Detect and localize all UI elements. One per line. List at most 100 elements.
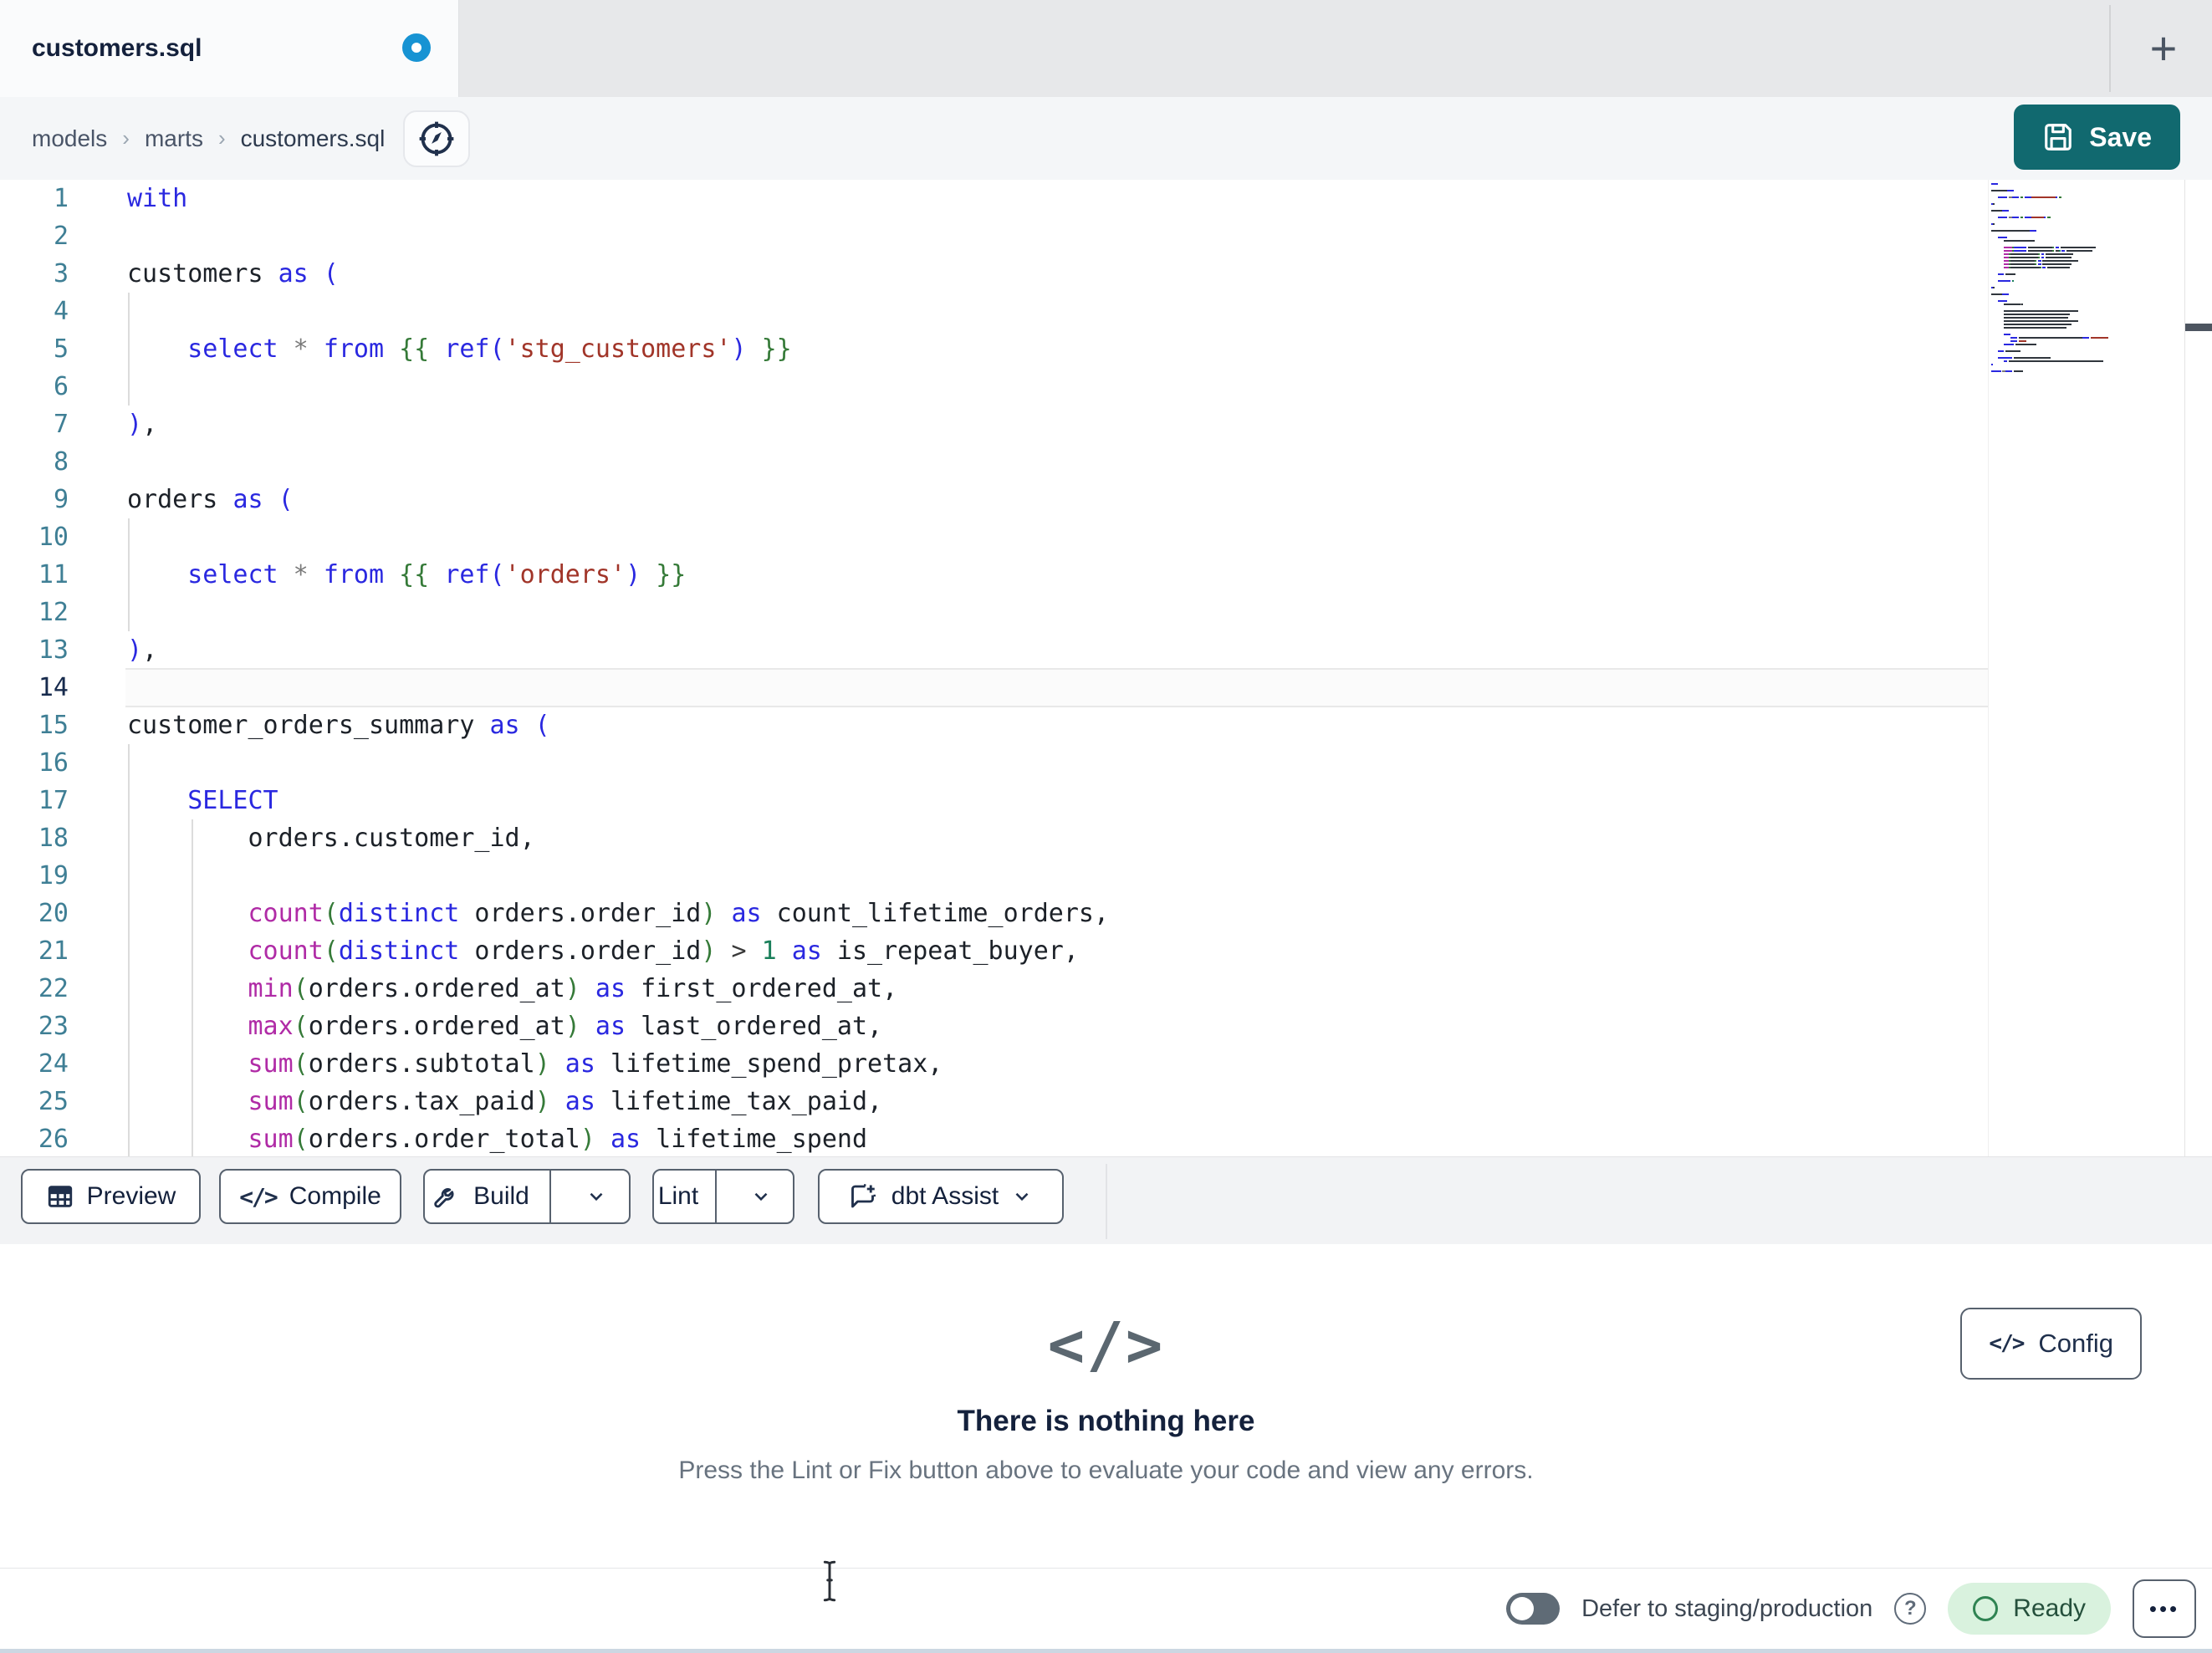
- new-tab-button[interactable]: +: [2128, 15, 2199, 82]
- lint-button-label: Lint: [657, 1182, 699, 1210]
- minimap[interactable]: [1988, 180, 2185, 1156]
- code-line[interactable]: 24 sum(orders.subtotal) as lifetime_spen…: [0, 1045, 2212, 1083]
- status-bar: Defer to staging/production ? Ready •••: [0, 1568, 2212, 1649]
- empty-state-title: There is nothing here: [957, 1405, 1255, 1437]
- indent-guide: [128, 518, 130, 631]
- code-quality-panel: </> There is nothing here Press the Lint…: [0, 1244, 2212, 1568]
- code-line[interactable]: 11 select * from {{ ref('orders') }}: [0, 556, 2212, 594]
- code-line[interactable]: 4: [0, 293, 2212, 330]
- code-line[interactable]: 23 max(orders.ordered_at) as last_ordere…: [0, 1008, 2212, 1045]
- code-line[interactable]: 1 with: [0, 180, 2212, 217]
- compass-icon: [415, 117, 458, 161]
- tab-divider: [2109, 5, 2111, 92]
- editor-scrollbar-thumb[interactable]: [2185, 324, 2212, 331]
- overflow-menu-button[interactable]: •••: [2133, 1579, 2196, 1638]
- breadcrumb-models[interactable]: models: [32, 125, 107, 152]
- code-editor[interactable]: 1 with 2 3 customers as ( 4 5 select * from {{…: [0, 180, 2212, 1156]
- code-line[interactable]: 25 sum(orders.tax_paid) as lifetime_tax_…: [0, 1083, 2212, 1120]
- code-line[interactable]: 3 customers as (: [0, 255, 2212, 293]
- split-divider: [549, 1171, 551, 1222]
- help-icon[interactable]: ?: [1894, 1593, 1927, 1625]
- code-brackets-icon: </>: [239, 1182, 278, 1211]
- line-number: 6: [53, 372, 69, 401]
- code-line[interactable]: 18 orders.customer_id,: [0, 819, 2212, 857]
- breadcrumb-separator: ›: [122, 125, 130, 151]
- defer-toggle[interactable]: [1506, 1593, 1561, 1625]
- code-line[interactable]: 10: [0, 518, 2212, 556]
- code-brackets-icon: </>: [1989, 1331, 2025, 1356]
- line-number: 8: [53, 447, 69, 477]
- status-badge[interactable]: Ready: [1948, 1583, 2111, 1635]
- line-number: 10: [38, 523, 69, 552]
- code-line[interactable]: 13),: [0, 631, 2212, 669]
- config-button[interactable]: </> Config: [1960, 1308, 2142, 1380]
- dbt-assist-button-label: dbt Assist: [891, 1182, 999, 1210]
- line-number: 12: [38, 598, 69, 627]
- build-button[interactable]: Build: [425, 1171, 537, 1222]
- line-number: 15: [38, 711, 69, 740]
- build-button-label: Build: [473, 1182, 529, 1210]
- code-line[interactable]: 22 min(orders.ordered_at) as first_order…: [0, 970, 2212, 1008]
- breadcrumb: models › marts › customers.sql: [32, 125, 385, 152]
- defer-label: Defer to staging/production: [1581, 1594, 1873, 1622]
- line-number: 3: [53, 259, 69, 288]
- line-number: 23: [38, 1012, 69, 1041]
- line-number: 26: [38, 1125, 69, 1154]
- code-line[interactable]: 12: [0, 594, 2212, 631]
- editor-toolbar: Preview </> Compile Build Lint dbt Assis…: [0, 1156, 2212, 1245]
- file-tab-customers-sql[interactable]: customers.sql: [0, 0, 459, 97]
- chevron-down-icon: [750, 1186, 772, 1207]
- code-lines: 1 with 2 3 customers as ( 4 5 select * from {{…: [0, 180, 2212, 1156]
- indent-guide: [128, 293, 130, 406]
- code-line[interactable]: 15 customer_orders_summary as (: [0, 707, 2212, 744]
- line-number: 11: [38, 560, 69, 589]
- line-number: 17: [38, 786, 69, 815]
- line-number: 22: [38, 974, 69, 1003]
- line-number: 2: [53, 222, 69, 251]
- save-button[interactable]: Save: [2014, 105, 2180, 170]
- floppy-disk-icon: [2042, 121, 2074, 153]
- line-number: 19: [38, 861, 69, 890]
- empty-state: </> There is nothing here Press the Lint…: [0, 1244, 2212, 1485]
- code-line[interactable]: 7),: [0, 406, 2212, 443]
- chevron-down-icon: [585, 1186, 607, 1207]
- line-number: 9: [53, 485, 69, 514]
- breadcrumb-row: models › marts › customers.sql Save: [0, 97, 2212, 181]
- code-line[interactable]: 2: [0, 217, 2212, 255]
- wrench-icon: [432, 1182, 461, 1211]
- line-number: 4: [53, 297, 69, 326]
- code-line[interactable]: 16: [0, 744, 2212, 782]
- code-line[interactable]: 14: [0, 668, 2212, 707]
- line-number: 1: [53, 184, 69, 213]
- line-number: 13: [38, 635, 69, 665]
- code-line[interactable]: 6: [0, 368, 2212, 406]
- dbt-assist-button[interactable]: dbt Assist: [818, 1169, 1064, 1224]
- table-grid-icon: [46, 1182, 74, 1211]
- build-dropdown-button[interactable]: [564, 1171, 629, 1222]
- file-tab-title: customers.sql: [32, 34, 202, 62]
- breadcrumb-marts[interactable]: marts: [145, 125, 203, 152]
- code-line[interactable]: 26 sum(orders.order_total) as lifetime_s…: [0, 1120, 2212, 1156]
- toggle-knob: [1510, 1597, 1535, 1620]
- line-number: 14: [38, 673, 69, 702]
- indent-guide: [128, 744, 130, 1156]
- compile-button[interactable]: </> Compile: [219, 1169, 401, 1224]
- unsaved-changes-dot-icon: [402, 33, 431, 62]
- lint-dropdown-button[interactable]: [729, 1171, 793, 1222]
- code-line[interactable]: 20 count(distinct orders.order_id) as co…: [0, 895, 2212, 932]
- code-line[interactable]: 17 SELECT: [0, 782, 2212, 819]
- window-bottom-edge: [0, 1649, 2212, 1653]
- code-line[interactable]: 8: [0, 443, 2212, 481]
- breadcrumb-file[interactable]: customers.sql: [241, 125, 386, 152]
- open-lineage-button[interactable]: [403, 110, 471, 167]
- breadcrumb-separator: ›: [217, 125, 226, 151]
- lint-button[interactable]: Lint: [654, 1171, 702, 1222]
- code-line[interactable]: 9 orders as (: [0, 481, 2212, 518]
- code-line[interactable]: 5 select * from {{ ref('stg_customers') …: [0, 330, 2212, 368]
- code-line[interactable]: 19: [0, 857, 2212, 895]
- chevron-down-icon: [1011, 1186, 1033, 1207]
- line-number: 7: [53, 410, 69, 439]
- code-line[interactable]: 21 count(distinct orders.order_id) > 1 a…: [0, 932, 2212, 970]
- preview-button[interactable]: Preview: [21, 1169, 201, 1224]
- line-number: 5: [53, 334, 69, 364]
